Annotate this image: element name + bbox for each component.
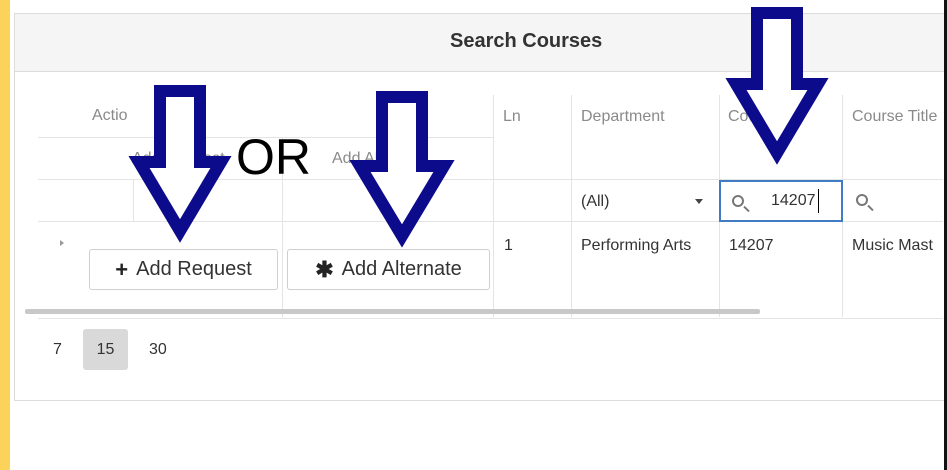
column-header-add-request[interactable]: Add Request: [132, 150, 225, 168]
text-cursor: [818, 189, 819, 213]
department-filter-value: (All): [581, 193, 610, 210]
horizontal-scrollbar[interactable]: [25, 309, 760, 314]
column-header-ln[interactable]: Ln: [503, 108, 521, 126]
column-divider: [493, 95, 494, 317]
column-header-action[interactable]: Actio: [92, 107, 128, 125]
panel-header: Search Courses: [15, 14, 947, 72]
page-size-30[interactable]: 30: [149, 341, 167, 359]
add-request-button[interactable]: + Add Request: [89, 249, 278, 290]
page-size-15[interactable]: 15: [83, 329, 128, 370]
column-header-add-alternate[interactable]: Add Alternate: [332, 150, 428, 168]
row-course-title: Music Mast: [852, 237, 933, 254]
column-header-course-title[interactable]: Course Title: [852, 108, 937, 126]
plus-icon: +: [115, 256, 129, 282]
course-id-search-input[interactable]: 14207: [719, 180, 843, 222]
left-accent-stripe: [0, 0, 10, 470]
add-alternate-label: Add Alternate: [341, 258, 462, 280]
course-id-search-value: 14207: [771, 192, 816, 209]
department-filter-select[interactable]: (All): [575, 184, 715, 218]
search-icon: [732, 195, 744, 207]
column-divider: [133, 180, 134, 222]
add-alternate-button[interactable]: ✱ Add Alternate: [287, 249, 490, 290]
page-size-7[interactable]: 7: [53, 341, 62, 359]
search-icon: [856, 194, 868, 206]
row-course-id: 14207: [729, 237, 774, 254]
row-expand-caret-icon[interactable]: [60, 240, 64, 246]
panel-title: Search Courses: [450, 30, 603, 52]
grid-bottom-border: [38, 318, 943, 319]
asterisk-icon: ✱: [315, 256, 334, 282]
add-request-label: Add Request: [136, 258, 252, 280]
or-annotation-label: OR: [236, 129, 311, 185]
column-header-department[interactable]: Department: [581, 108, 665, 126]
row-department: Performing Arts: [581, 237, 692, 254]
column-header-course-id[interactable]: Course ID: [728, 108, 800, 126]
chevron-down-icon: [695, 199, 703, 204]
column-divider: [571, 95, 572, 317]
row-ln: 1: [504, 237, 513, 254]
